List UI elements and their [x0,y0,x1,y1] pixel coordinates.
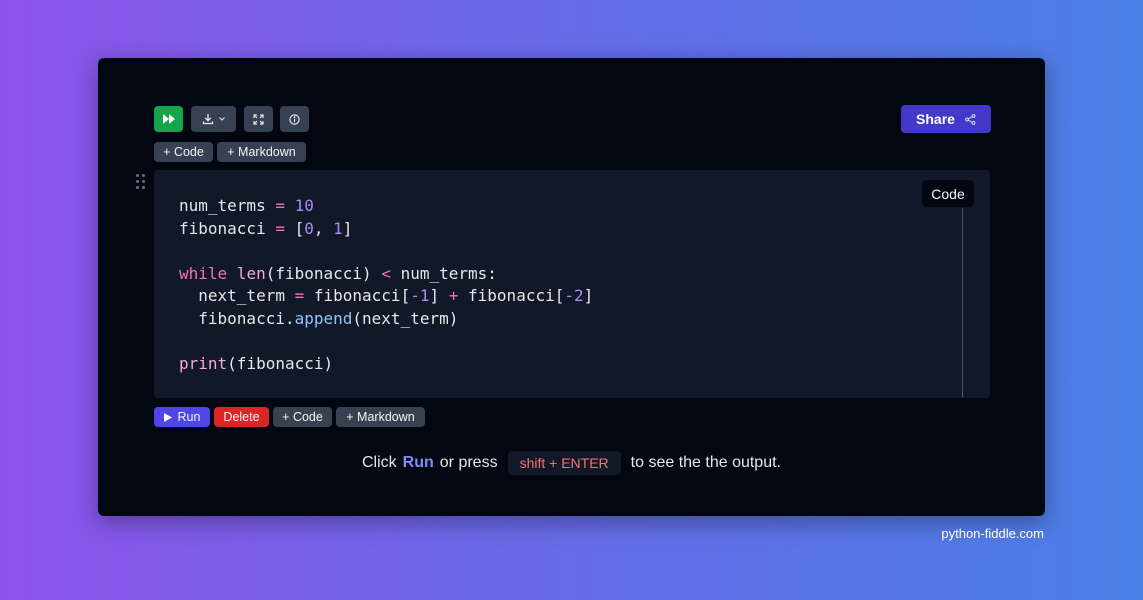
hint-click: Click [361,454,397,471]
delete-cell-button[interactable]: Delete [214,407,269,427]
notebook-window: Share + Code + Markdown num_terms = 10 fi… [98,58,1045,516]
info-icon [289,113,300,125]
play-icon [163,412,172,422]
share-button[interactable]: Share [901,105,991,133]
code-content[interactable]: num_terms = 10 fibonacci = [0, 1] while l… [179,195,593,375]
run-all-button[interactable] [154,106,183,132]
expand-icon [253,113,264,125]
code-line-1: num_terms = 10 [179,196,314,215]
chevron-down-icon [219,117,225,121]
code-line-8: print(fibonacci) [179,353,334,373]
share-icon [965,113,976,125]
hint-or-press: or press [439,454,498,471]
code-line-6: fibonacci.append(next_term) [179,308,459,328]
keyboard-shortcut: shift + ENTER [507,451,621,475]
add-markdown-button-top[interactable]: + Markdown [217,142,306,162]
fullscreen-button[interactable] [244,106,273,132]
add-code-button-top[interactable]: + Code [154,142,213,162]
share-label: Share [916,111,955,127]
code-line-4: while len(fibonacci) < num_terms: [179,263,497,283]
add-markdown-button-bottom[interactable]: + Markdown [336,407,425,427]
hint-rest: to see the the output. [630,454,781,471]
code-cell-editor[interactable]: num_terms = 10 fibonacci = [0, 1] while l… [154,170,990,398]
cell-type-tooltip: Code [922,180,974,207]
editor-ruler-line [962,208,963,398]
download-button[interactable] [191,106,236,132]
run-cell-button[interactable]: Run [154,407,210,427]
code-line-2: fibonacci = [0, 1] [179,218,353,238]
fast-forward-icon [162,114,175,124]
run-hint: Click Run or press shift + ENTER to see … [98,451,1045,475]
site-credit: python-fiddle.com [941,526,1044,541]
add-code-button-bottom[interactable]: + Code [273,407,332,427]
run-label: Run [177,410,201,424]
info-button[interactable] [280,106,309,132]
code-line-5: next_term = fibonacci[-1] + fibonacci[-2… [179,286,594,305]
download-icon [202,114,214,125]
hint-run-word: Run [402,454,434,471]
cell-drag-handle-icon[interactable] [136,174,146,190]
